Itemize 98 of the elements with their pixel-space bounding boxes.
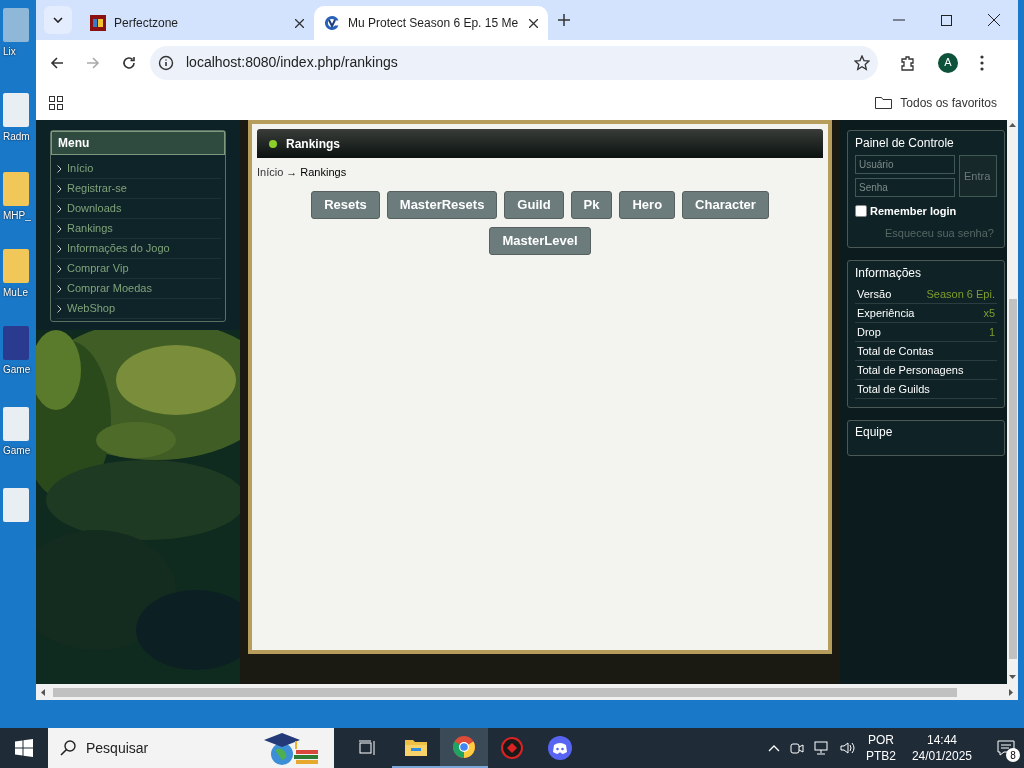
- panel-title: Informações: [855, 265, 923, 282]
- new-tab-icon[interactable]: [558, 14, 570, 26]
- tab-list-button[interactable]: [44, 6, 72, 34]
- login-button[interactable]: Entra: [959, 155, 997, 197]
- bookmark-star-icon[interactable]: [854, 54, 870, 71]
- profile-avatar[interactable]: A: [938, 52, 958, 73]
- chevron-right-icon: [57, 244, 62, 253]
- desktop-icon-label: MHP_: [3, 209, 31, 223]
- clock[interactable]: 14:44 24/01/2025: [905, 732, 978, 764]
- status-dot-icon: [269, 139, 277, 148]
- game-app-icon[interactable]: [501, 737, 523, 759]
- scroll-down-icon[interactable]: [1009, 675, 1016, 680]
- chevron-right-icon: [57, 284, 62, 293]
- breadcrumb-link[interactable]: Início: [257, 164, 284, 181]
- info-label: Drop: [857, 324, 881, 340]
- breadcrumb-separator: →: [286, 165, 298, 180]
- remember-checkbox[interactable]: [855, 205, 867, 218]
- ranking-button[interactable]: Hero: [619, 190, 676, 219]
- menu-title: Menu: [51, 131, 225, 155]
- desktop-icon-label: Lix: [3, 45, 16, 59]
- panel-title: Painel de Controle: [855, 135, 955, 152]
- folder-icon: [405, 738, 427, 756]
- username-field[interactable]: Usuário: [855, 155, 955, 174]
- tab-favicon: [90, 15, 106, 31]
- chrome-icon: [453, 736, 475, 758]
- desktop-icon-label: Game: [3, 444, 31, 458]
- extensions-icon[interactable]: [900, 54, 916, 71]
- ranking-button[interactable]: Resets: [311, 190, 380, 219]
- info-value: Season 6 Epi.: [926, 286, 995, 302]
- back-icon[interactable]: [50, 55, 64, 70]
- menu-item[interactable]: Registrar-se: [55, 179, 221, 199]
- chevron-right-icon: [57, 164, 62, 173]
- task-view-icon[interactable]: [359, 740, 377, 756]
- scroll-left-icon[interactable]: [40, 688, 45, 696]
- content-title: Rankings: [286, 135, 340, 153]
- camera-icon[interactable]: [789, 741, 804, 755]
- info-label: Total de Contas: [857, 343, 934, 359]
- ranking-button[interactable]: MasterResets: [386, 190, 498, 219]
- language-indicator[interactable]: POR PTB2: [865, 732, 896, 764]
- menu-item[interactable]: Informações do Jogo: [55, 239, 221, 259]
- desktop-icon-label: Radm: [3, 130, 30, 144]
- windows-start-icon[interactable]: [15, 739, 33, 757]
- password-field[interactable]: Senha: [855, 178, 955, 197]
- network-icon[interactable]: [813, 741, 830, 755]
- chevron-right-icon: [57, 184, 62, 193]
- menu-item[interactable]: Comprar Moedas: [55, 279, 221, 299]
- scroll-up-icon[interactable]: [1009, 122, 1016, 127]
- apps-icon[interactable]: [49, 95, 63, 110]
- close-icon[interactable]: [988, 14, 1000, 26]
- bookmarks-folder[interactable]: Todos os favoritos: [875, 93, 1005, 112]
- scrollbar-thumb[interactable]: [53, 687, 957, 697]
- search-box[interactable]: Pesquisar: [48, 728, 334, 768]
- close-tab-icon[interactable]: [295, 18, 304, 28]
- ranking-button[interactable]: Character: [682, 190, 769, 219]
- browser-tab[interactable]: Mu Protect Season 6 Ep. 15 Me: [314, 6, 548, 40]
- maximize-icon[interactable]: [941, 14, 952, 26]
- info-icon[interactable]: [158, 54, 174, 71]
- speaker-icon[interactable]: [839, 741, 856, 755]
- scroll-right-icon[interactable]: [1009, 688, 1014, 696]
- menu-item[interactable]: WebShop: [55, 299, 221, 319]
- ranking-button[interactable]: MasterLevel: [489, 226, 591, 255]
- info-label: Total de Guilds: [857, 381, 930, 397]
- chevron-right-icon: [57, 224, 62, 233]
- close-tab-icon[interactable]: [529, 18, 538, 28]
- panel-title: Equipe: [855, 424, 894, 441]
- info-value: x5: [983, 305, 995, 321]
- chevron-right-icon: [57, 304, 62, 313]
- search-icon: [60, 740, 76, 756]
- info-label: Versão: [857, 286, 892, 302]
- desktop-icon-label: MuLe: [3, 286, 28, 300]
- menu-item[interactable]: Comprar Vip: [55, 259, 221, 279]
- menu-item[interactable]: Início: [55, 159, 221, 179]
- chevron-up-icon[interactable]: [767, 744, 780, 752]
- horizontal-scrollbar[interactable]: [36, 684, 1018, 700]
- chevron-right-icon: [57, 204, 62, 213]
- info-label: Experiência: [857, 305, 915, 321]
- tab-favicon: [324, 15, 340, 31]
- menu-item[interactable]: Rankings: [55, 219, 221, 239]
- desktop-icon-label: Game: [3, 363, 31, 377]
- reload-icon[interactable]: [122, 55, 136, 70]
- vertical-scrollbar[interactable]: [1007, 120, 1018, 684]
- discord-icon[interactable]: [548, 736, 572, 760]
- address-bar[interactable]: localhost:8080/index.php/rankings: [150, 45, 878, 80]
- more-menu-icon[interactable]: [980, 54, 984, 71]
- breadcrumb-current: Rankings: [300, 165, 347, 180]
- browser-tab[interactable]: Perfectzone: [80, 6, 314, 40]
- caret-icon: [53, 17, 63, 23]
- info-label: Total de Personagens: [857, 362, 964, 378]
- folder-icon: [875, 96, 893, 109]
- menu-item[interactable]: Downloads: [55, 199, 221, 219]
- ranking-button[interactable]: Pk: [570, 190, 613, 219]
- ranking-button[interactable]: Guild: [504, 190, 564, 219]
- remember-label: Remember login: [870, 204, 957, 219]
- chevron-right-icon: [57, 264, 62, 273]
- notifications-button[interactable]: 8: [988, 728, 1024, 768]
- scrollbar-thumb[interactable]: [1008, 299, 1017, 659]
- chrome-taskbar-button[interactable]: [440, 728, 488, 768]
- info-value: 1: [988, 324, 995, 340]
